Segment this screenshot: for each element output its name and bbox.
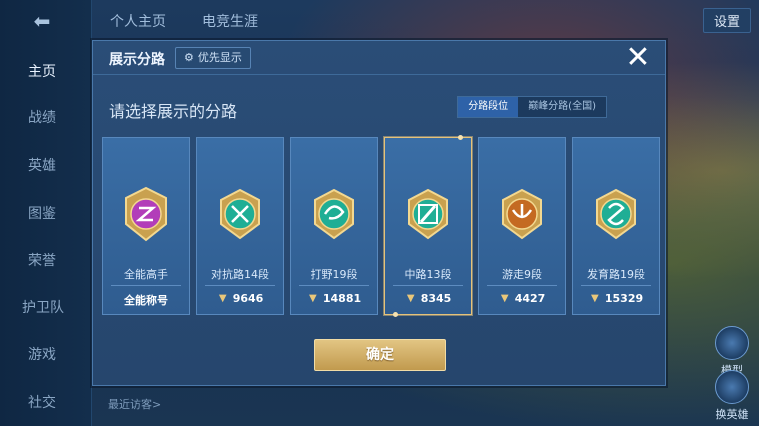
- card-divider: [111, 285, 181, 286]
- rank-points-icon: ▼: [309, 292, 317, 304]
- card-value: 8345: [420, 292, 452, 305]
- nav-item-home[interactable]: 主页: [0, 52, 92, 92]
- nav-item-honor[interactable]: 荣誉: [0, 241, 92, 281]
- card-value: 9646: [232, 292, 264, 305]
- model-icon: [715, 326, 749, 360]
- card-divider: [393, 285, 463, 286]
- rank-points-icon: ▼: [218, 292, 227, 304]
- route-card-selected[interactable]: 中路13段 ▼ 8345: [384, 135, 472, 317]
- nav-item-record[interactable]: 战绩: [0, 98, 92, 138]
- switch-hero-icon: [715, 370, 749, 404]
- card-bottom: 全能称号: [103, 292, 189, 308]
- dialog-subtitle: 请选择展示的分路: [109, 102, 238, 121]
- confirm-button[interactable]: 确定: [314, 339, 446, 371]
- switch-hero-widget[interactable]: 换英雄: [715, 370, 749, 422]
- segment-control: 分路段位 巅峰分路(全国): [457, 96, 607, 118]
- selection-corner: [393, 312, 398, 317]
- card-name: 游走9段: [502, 268, 542, 281]
- card-bottom: ▼ 15329: [573, 292, 659, 305]
- nav-item-codex[interactable]: 图鉴: [0, 194, 92, 234]
- nav-item-games[interactable]: 游戏: [0, 335, 92, 375]
- orange-emblem-icon: [502, 188, 542, 240]
- route-card[interactable]: 发育路19段 ▼ 15329: [572, 137, 660, 315]
- green-emblem-icon: [220, 188, 260, 240]
- gear-icon: ⚙: [184, 51, 194, 64]
- nav-item-social[interactable]: 社交: [0, 383, 92, 423]
- selection-corner: [458, 135, 463, 140]
- card-value: 14881: [322, 292, 362, 305]
- priority-label: 优先显示: [197, 51, 242, 64]
- rank-points-icon: ▼: [500, 292, 509, 304]
- card-name: 对抗路14段: [211, 268, 269, 281]
- left-nav: ⬅ 主页 战绩 英雄 图鉴 荣誉 护卫队 游戏 社交: [0, 0, 92, 426]
- rank-points-icon: ▼: [406, 292, 415, 304]
- route-card[interactable]: 全能高手 全能称号: [102, 137, 190, 315]
- card-bottom: ▼ 8345: [385, 292, 471, 305]
- card-name: 发育路19段: [587, 268, 645, 281]
- route-cards: 全能高手 全能称号 对抗路14段 ▼ 9646 打野19段 ▼ 14881 中路…: [102, 135, 660, 317]
- close-icon[interactable]: ✕: [623, 43, 653, 73]
- green-emblem-icon: [596, 188, 636, 240]
- switch-hero-label: 换英雄: [715, 408, 749, 421]
- tab-profile[interactable]: 个人主页: [110, 11, 166, 31]
- card-value: 15329: [604, 292, 644, 305]
- route-card[interactable]: 游走9段 ▼ 4427: [478, 137, 566, 315]
- priority-display-button[interactable]: ⚙ 优先显示: [175, 47, 251, 69]
- card-name: 中路13段: [404, 268, 452, 281]
- card-name: 打野19段: [310, 268, 358, 281]
- card-divider: [487, 285, 557, 286]
- card-bottom: ▼ 9646: [197, 292, 283, 305]
- rank-points-icon: ▼: [591, 292, 599, 304]
- dialog-title: 展示分路: [109, 52, 165, 68]
- nav-item-heroes[interactable]: 英雄: [0, 146, 92, 186]
- segment-route-rank[interactable]: 分路段位: [458, 97, 519, 117]
- dialog-header: 展示分路 ⚙ 优先显示 ✕: [93, 41, 665, 75]
- segment-peak-route[interactable]: 巅峰分路(全国): [518, 97, 606, 117]
- card-name: 全能高手: [124, 268, 168, 281]
- top-right-bar: 设置: [702, 8, 751, 33]
- nav-item-guard[interactable]: 护卫队: [0, 288, 92, 328]
- back-icon[interactable]: ⬅: [22, 10, 62, 32]
- green-emblem-icon: [408, 188, 448, 240]
- route-card[interactable]: 打野19段 ▼ 14881: [290, 137, 378, 315]
- card-bottom: ▼ 14881: [291, 292, 377, 305]
- tab-esports[interactable]: 电竞生涯: [202, 11, 258, 31]
- recent-visitors[interactable]: 最近访客>: [108, 396, 161, 412]
- green-emblem-icon: [314, 188, 354, 240]
- route-card[interactable]: 对抗路14段 ▼ 9646: [196, 137, 284, 315]
- card-bottom: ▼ 4427: [479, 292, 565, 305]
- card-divider: [581, 285, 651, 286]
- settings-button[interactable]: 设置: [702, 8, 751, 33]
- card-value: 4427: [514, 292, 546, 305]
- card-divider: [205, 285, 275, 286]
- card-divider: [299, 285, 369, 286]
- card-value: 全能称号: [124, 294, 168, 307]
- purple-emblem-icon: [125, 186, 167, 242]
- route-select-dialog: 展示分路 ⚙ 优先显示 ✕ 请选择展示的分路 分路段位 巅峰分路(全国) 全能高…: [92, 40, 666, 386]
